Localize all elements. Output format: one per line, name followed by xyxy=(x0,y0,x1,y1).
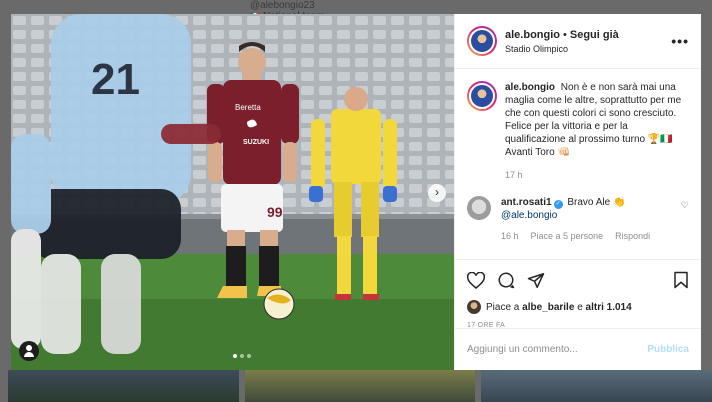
more-options-icon[interactable]: ••• xyxy=(671,33,689,49)
grid-tile[interactable] xyxy=(481,370,712,402)
comment-text: Bravo Ale 👏 xyxy=(567,197,626,208)
background-handle: @alebongio23 xyxy=(250,0,315,11)
likes-prefix: Piace a xyxy=(486,301,520,313)
reply-button[interactable]: Rispondi xyxy=(615,230,650,243)
add-comment-bar: Pubblica xyxy=(455,328,701,370)
comment-likes[interactable]: Piace a 5 persone xyxy=(531,230,604,243)
liker-avatar[interactable] xyxy=(467,300,481,314)
caption-text: Non è e non sarà mai una maglia come le … xyxy=(505,82,682,158)
post-media[interactable]: Beretta SUZUKI 99 21 › xyxy=(11,14,454,370)
share-direct-icon[interactable] xyxy=(527,272,545,289)
carousel-dot xyxy=(233,354,237,358)
post-caption: ale.bongio Non è e non sarà mai una magl… xyxy=(455,69,701,182)
commenter-username[interactable]: ant.rosati1 xyxy=(501,197,552,208)
carousel-dot xyxy=(247,354,251,358)
svg-text:21: 21 xyxy=(91,55,140,104)
location-link[interactable]: Stadio Olimpico xyxy=(505,44,671,54)
background-post-grid xyxy=(0,370,712,402)
post-photo: Beretta SUZUKI 99 21 xyxy=(11,14,454,370)
next-photo-button[interactable]: › xyxy=(428,184,446,202)
likes-summary: Piace a albe_barile e altri 1.014 xyxy=(467,300,689,314)
caption-avatar[interactable] xyxy=(467,81,497,111)
caption-time: 17 h xyxy=(505,170,523,180)
svg-text:SUZUKI: SUZUKI xyxy=(243,139,269,146)
caption-username[interactable]: ale.bongio xyxy=(505,82,555,93)
separator-dot: • xyxy=(563,28,567,41)
save-bookmark-icon[interactable] xyxy=(673,271,689,289)
like-comment-icon[interactable]: ♡ xyxy=(681,200,689,243)
post-sidebar: ale.bongio • Segui già Stadio Olimpico •••… xyxy=(454,14,701,370)
comment-item: ant.rosati1 ✓ Bravo Ale 👏 @ale.bongio 16 … xyxy=(455,182,701,243)
likes-others[interactable]: altri 1.014 xyxy=(586,302,632,313)
post-modal: Beretta SUZUKI 99 21 › ale.bongio • Segu… xyxy=(11,14,701,370)
author-avatar[interactable] xyxy=(467,26,497,56)
comment-bubble-icon[interactable] xyxy=(497,271,515,289)
post-actions: Piace a albe_barile e altri 1.014 17 ORE… xyxy=(455,259,701,329)
carousel-dot xyxy=(240,354,244,358)
carousel-dots xyxy=(233,354,251,358)
comment-mention[interactable]: @ale.bongio xyxy=(501,210,557,221)
svg-text:Beretta: Beretta xyxy=(235,103,261,112)
liker-username[interactable]: albe_barile xyxy=(522,302,574,313)
verified-badge-icon: ✓ xyxy=(553,200,563,209)
likes-connector: e xyxy=(577,301,583,313)
commenter-avatar[interactable] xyxy=(467,196,491,220)
tagged-users-icon[interactable] xyxy=(19,341,39,361)
comment-input[interactable] xyxy=(467,344,648,355)
grid-tile[interactable] xyxy=(244,370,476,402)
like-heart-icon[interactable] xyxy=(467,271,485,289)
grid-tile[interactable] xyxy=(8,370,239,402)
svg-text:99: 99 xyxy=(267,204,283,220)
post-header: ale.bongio • Segui già Stadio Olimpico ••• xyxy=(455,14,701,69)
comment-time: 16 h xyxy=(501,231,519,241)
author-username[interactable]: ale.bongio xyxy=(505,29,560,41)
publish-button[interactable]: Pubblica xyxy=(647,344,689,355)
following-button[interactable]: Segui già xyxy=(570,29,619,41)
